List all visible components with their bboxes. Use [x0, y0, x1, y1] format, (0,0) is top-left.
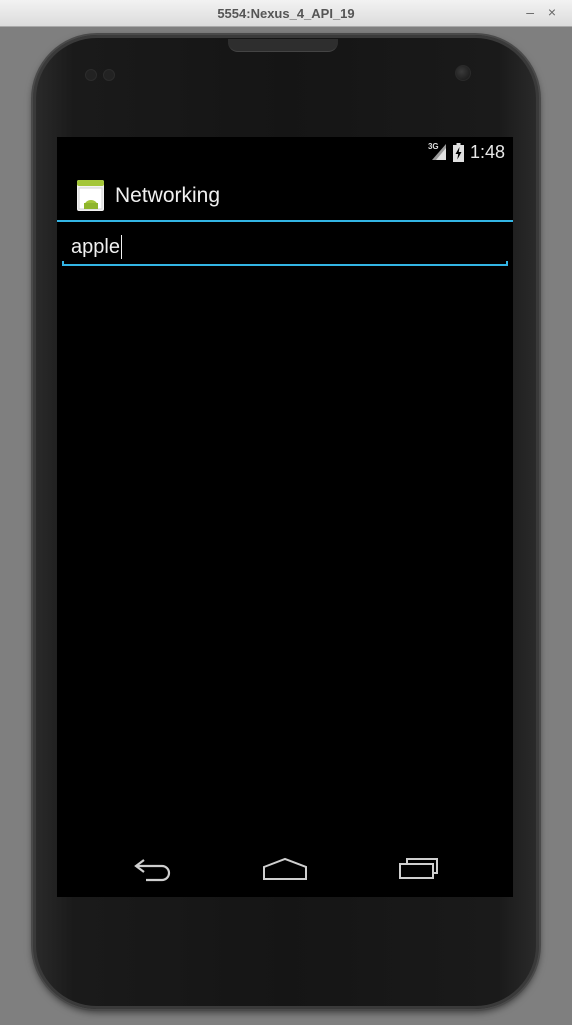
- action-bar: Networking: [57, 167, 513, 222]
- text-input-field[interactable]: apple: [62, 229, 508, 267]
- front-camera: [455, 65, 471, 81]
- home-icon: [263, 857, 307, 880]
- home-button[interactable]: [255, 852, 315, 886]
- input-underline-right-tick: [506, 261, 508, 266]
- minimize-button[interactable]: –: [526, 4, 534, 20]
- recent-apps-icon: [399, 858, 438, 879]
- light-sensor: [103, 69, 115, 81]
- input-underline-left-tick: [62, 261, 64, 266]
- network-type-label: 3G: [427, 142, 439, 151]
- signal-icon: 3G: [427, 142, 447, 161]
- window-title: 5554:Nexus_4_API_19: [217, 6, 355, 21]
- text-cursor: [120, 235, 123, 259]
- proximity-sensor: [85, 69, 97, 81]
- earpiece-speaker: [228, 39, 338, 52]
- navigation-bar: [57, 842, 513, 897]
- app-title: Networking: [115, 184, 221, 207]
- status-bar: 3G 1:48: [57, 137, 513, 167]
- input-value: apple: [71, 236, 120, 258]
- device-screen: 3G 1:48 Networking apple: [57, 137, 513, 897]
- back-button[interactable]: [123, 852, 183, 886]
- input-underline: [62, 264, 508, 266]
- close-button[interactable]: ×: [548, 4, 556, 20]
- status-clock: 1:48: [469, 141, 505, 162]
- emulator-title-bar: 5554:Nexus_4_API_19 – ×: [0, 0, 572, 27]
- battery-icon: [452, 142, 464, 162]
- back-icon: [134, 859, 171, 882]
- recent-apps-button[interactable]: [389, 852, 449, 886]
- android-app-icon[interactable]: [77, 180, 104, 211]
